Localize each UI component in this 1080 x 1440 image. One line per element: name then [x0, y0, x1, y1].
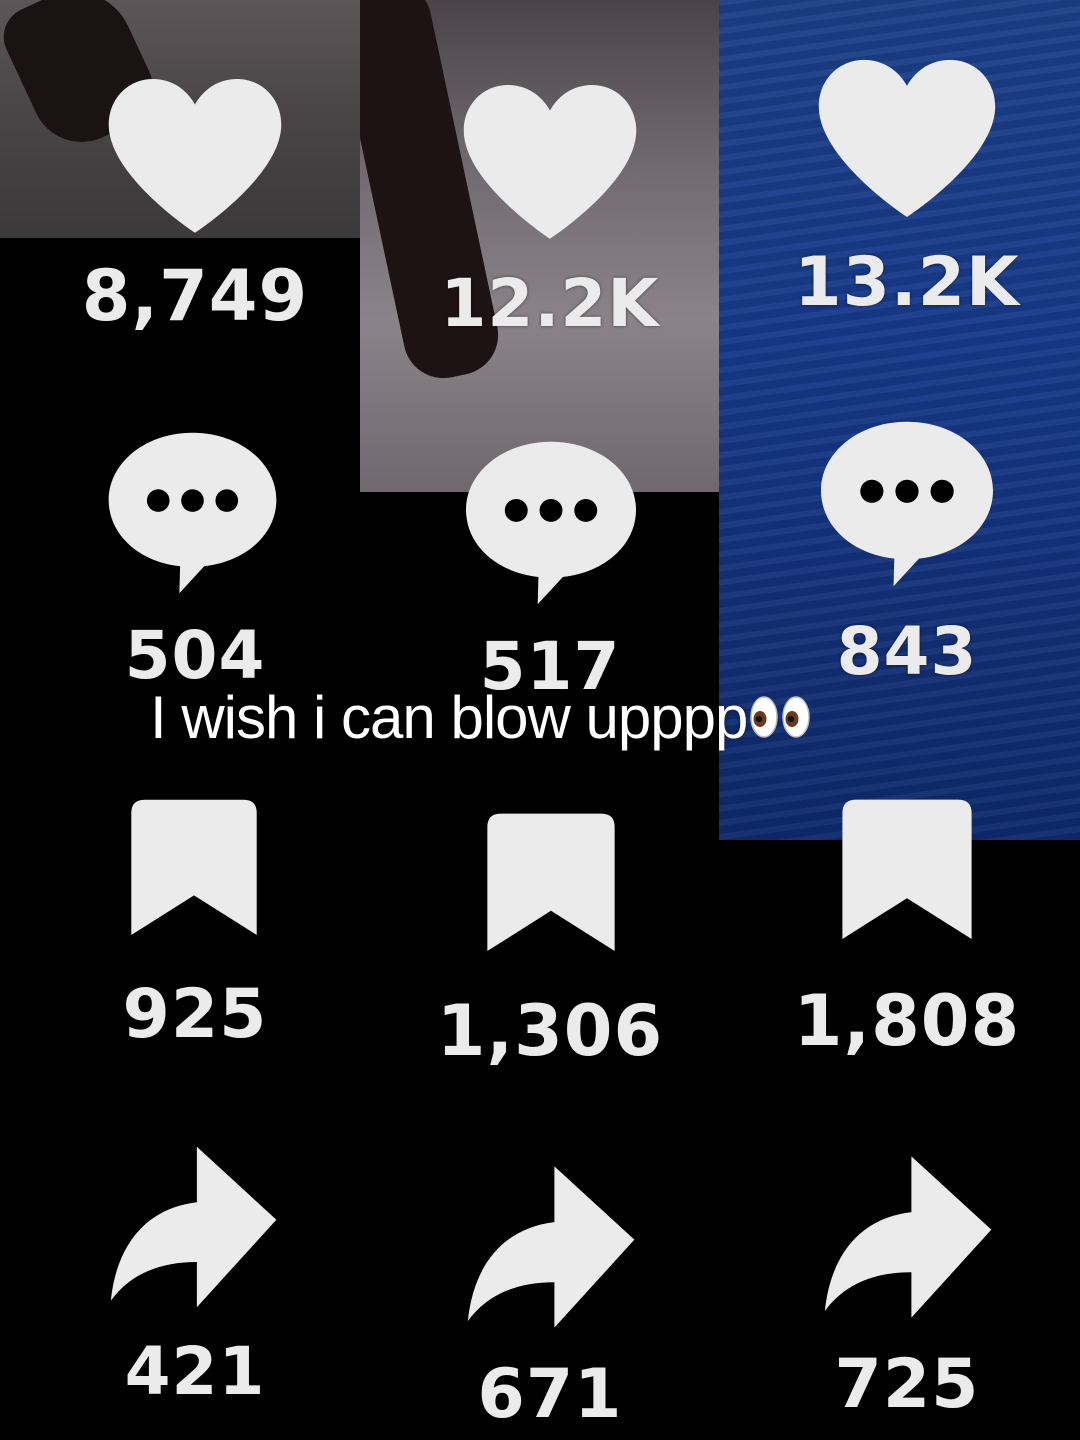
- share-count: 671: [477, 1355, 623, 1434]
- save-count: 925: [122, 975, 268, 1054]
- video-thumbnail: [360, 0, 719, 492]
- caption-text: I wish i can blow upppp: [150, 683, 748, 751]
- share-arrow-icon[interactable]: [105, 1143, 280, 1311]
- save-count: 1,808: [793, 980, 1021, 1062]
- comment-bubble-icon[interactable]: [462, 438, 640, 608]
- like-count: 13.2K: [794, 243, 1020, 322]
- share-arrow-icon[interactable]: [462, 1162, 638, 1332]
- share-arrow-icon[interactable]: [819, 1152, 995, 1322]
- comment-count: 843: [836, 613, 978, 690]
- heart-icon[interactable]: [815, 55, 999, 218]
- heart-icon[interactable]: [460, 80, 640, 240]
- share-count: 421: [124, 1333, 266, 1410]
- heart-icon[interactable]: [105, 75, 285, 233]
- bookmark-icon[interactable]: [839, 795, 975, 947]
- bookmark-icon[interactable]: [128, 795, 260, 943]
- save-count: 1,306: [436, 990, 664, 1072]
- comment-bubble-icon[interactable]: [105, 428, 280, 598]
- like-count: 12.2K: [440, 265, 660, 342]
- comment-bubble-icon[interactable]: [817, 418, 997, 590]
- like-count: 8,749: [81, 255, 309, 337]
- bookmark-icon[interactable]: [484, 808, 618, 960]
- eyes-emoji-icon: [749, 695, 811, 739]
- share-count: 725: [834, 1345, 980, 1424]
- video-caption: I wish i can blow upppp: [150, 682, 811, 752]
